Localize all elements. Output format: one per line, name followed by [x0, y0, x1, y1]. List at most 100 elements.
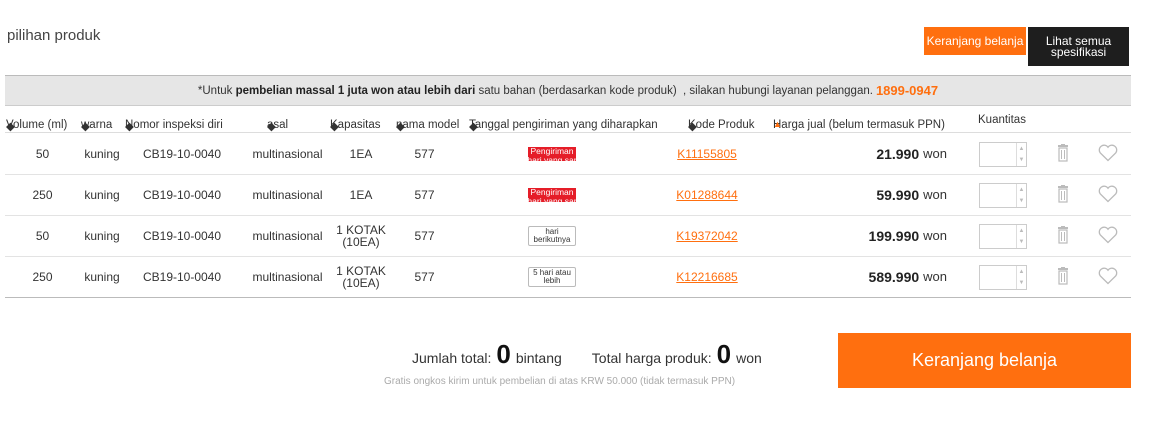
product-code-link[interactable]: K11155805: [677, 148, 737, 160]
table-row: 50 kuning CB19-10-0040 multinasional 1EA 577 P…: [5, 134, 1131, 175]
cell-asal: multinasional: [252, 229, 323, 243]
cell-kode: K12216685: [642, 257, 772, 297]
cell-warna: kuning: [84, 147, 120, 161]
cell-warna: kuning: [84, 270, 120, 284]
cell-nomor: CB19-10-0040: [142, 229, 222, 243]
cell-volume: 250: [32, 270, 53, 284]
total-price-value: 0: [716, 339, 732, 369]
bulk-purchase-notice: *Untuk pembelian massal 1 juta won atau …: [5, 75, 1131, 106]
trash-icon[interactable]: [1057, 226, 1069, 247]
sort-diamond-icon: ◆: [81, 121, 90, 133]
sort-up-icon: ▲: [773, 119, 782, 129]
delivery-badge-line2: berikutnya: [533, 235, 571, 244]
cell-kode: K01288644: [642, 175, 772, 215]
table-row: 250 kuning CB19-10-0040 multinasional 1EA 577…: [5, 175, 1131, 216]
table-row: 50 kuning CB19-10-0040 multinasional 1 KOTAK…: [5, 216, 1131, 257]
add-to-cart-button[interactable]: Keranjang belanja: [838, 333, 1131, 388]
table-row: 250 kuning CB19-10-0040 multinasional 1 KOTA…: [5, 257, 1131, 298]
quantity-stepper[interactable]: ▲ ▼: [979, 183, 1027, 208]
total-quantity-label: Jumlah total:: [412, 350, 492, 366]
stepper-icon[interactable]: ▲ ▼: [1016, 143, 1026, 166]
trash-icon[interactable]: [1057, 185, 1069, 206]
total-quantity-value: 0: [496, 339, 511, 369]
cell-kapasitas: 1 KOTAK (10EA): [336, 223, 386, 249]
price-value: 59.990: [876, 187, 920, 203]
price-currency: won: [923, 187, 947, 202]
sort-diamond-icon: ◆: [688, 121, 697, 133]
stepper-icon[interactable]: ▲ ▼: [1016, 184, 1026, 207]
cell-harga: 589.990 won: [772, 257, 967, 297]
notice-phone[interactable]: 1899-0947: [876, 83, 938, 98]
price-currency: won: [923, 228, 947, 243]
delivery-badge: hari berikutnya: [528, 226, 576, 246]
cell-kapasitas: 1 KOTAK (10EA): [336, 264, 386, 290]
cell-nomor: CB19-10-0040: [142, 188, 222, 202]
sort-diamond-icon: ◆: [469, 121, 478, 133]
cell-kapasitas: 1EA: [349, 188, 373, 202]
cell-delivery: Pengirimandi hari yang sama: [462, 134, 642, 174]
sort-diamond-icon: ◆: [125, 121, 134, 133]
cell-asal: multinasional: [252, 188, 323, 202]
quantity-stepper[interactable]: ▲ ▼: [979, 142, 1027, 167]
cell-model: 577: [414, 188, 435, 202]
cell-model: 577: [414, 147, 435, 161]
col-nomor-label: Nomor inspeksi diri: [125, 119, 223, 131]
col-model-label: nama model: [396, 119, 460, 131]
col-harga-label: Harga jual (belum termasuk PPN): [773, 119, 945, 131]
sort-diamond-icon: ◆: [267, 121, 276, 133]
cell-warna: kuning: [84, 229, 120, 243]
cell-delivery: Pengirimandi hari yang sama: [462, 175, 642, 215]
price-currency: won: [923, 269, 947, 284]
add-to-cart-button-top[interactable]: Keranjang belanja: [924, 27, 1026, 55]
cell-kode: K11155805: [642, 134, 772, 174]
col-kuantitas: Kuantitas: [978, 114, 1026, 126]
cell-model: 577: [414, 229, 435, 243]
delivery-badge-line2: di hari yang sama: [528, 155, 576, 162]
delivery-badge: Pengirimandi hari yang sama: [528, 188, 576, 202]
trash-icon[interactable]: [1057, 144, 1069, 165]
cell-harga: 199.990 won: [772, 216, 967, 256]
total-price-unit: won: [736, 350, 762, 366]
price-currency: won: [923, 146, 947, 161]
cell-delivery: 5 hari atau lebih: [462, 257, 642, 297]
stepper-icon[interactable]: ▲ ▼: [1016, 225, 1026, 248]
sort-diamond-icon: ◆: [330, 121, 339, 133]
col-kode-label: Kode Produk: [688, 119, 755, 131]
total-quantity-unit: bintang: [515, 350, 562, 366]
product-code-link[interactable]: K19372042: [676, 230, 737, 242]
delivery-badge-line2: di hari yang sama: [528, 196, 576, 203]
product-code-link[interactable]: K12216685: [676, 271, 737, 283]
quantity-stepper[interactable]: ▲ ▼: [979, 224, 1027, 249]
heart-icon[interactable]: [1098, 267, 1118, 288]
price-value: 199.990: [868, 228, 920, 244]
sort-diamond-icon: ◆: [6, 121, 15, 133]
cell-asal: multinasional: [252, 270, 323, 284]
heart-icon[interactable]: [1098, 226, 1118, 247]
sort-diamond-icon: ◆: [396, 121, 405, 133]
cell-harga: 21.990 won: [772, 134, 967, 174]
trash-icon[interactable]: [1057, 267, 1069, 288]
free-shipping-note: Gratis ongkos kirim untuk pembelian di a…: [384, 376, 736, 387]
cell-nomor: CB19-10-0040: [142, 270, 222, 284]
cell-volume: 50: [35, 229, 50, 243]
quantity-stepper[interactable]: ▲ ▼: [979, 265, 1027, 290]
col-volume-label: Volume (ml): [6, 119, 68, 131]
cell-nomor: CB19-10-0040: [142, 147, 222, 161]
delivery-badge-line2: lebih: [543, 276, 561, 285]
delivery-badge: 5 hari atau lebih: [528, 267, 576, 287]
heart-icon[interactable]: [1098, 185, 1118, 206]
heart-icon[interactable]: [1098, 144, 1118, 165]
total-price-label: Total harga produk:: [591, 350, 712, 366]
view-all-specs-button[interactable]: Lihat semua spesifikasi: [1028, 27, 1129, 66]
cell-asal: multinasional: [252, 147, 323, 161]
price-value: 21.990: [876, 146, 920, 162]
specs-label-line2: spesifikasi: [1050, 44, 1107, 59]
stepper-icon[interactable]: ▲ ▼: [1016, 266, 1026, 289]
cell-volume: 250: [32, 188, 53, 202]
delivery-badge: Pengirimandi hari yang sama: [528, 147, 576, 161]
cell-delivery: hari berikutnya: [462, 216, 642, 256]
cell-volume: 50: [35, 147, 50, 161]
notice-bold: pembelian massal 1 juta won atau lebih d…: [235, 84, 476, 97]
cell-harga: 59.990 won: [772, 175, 967, 215]
product-code-link[interactable]: K01288644: [676, 189, 737, 201]
